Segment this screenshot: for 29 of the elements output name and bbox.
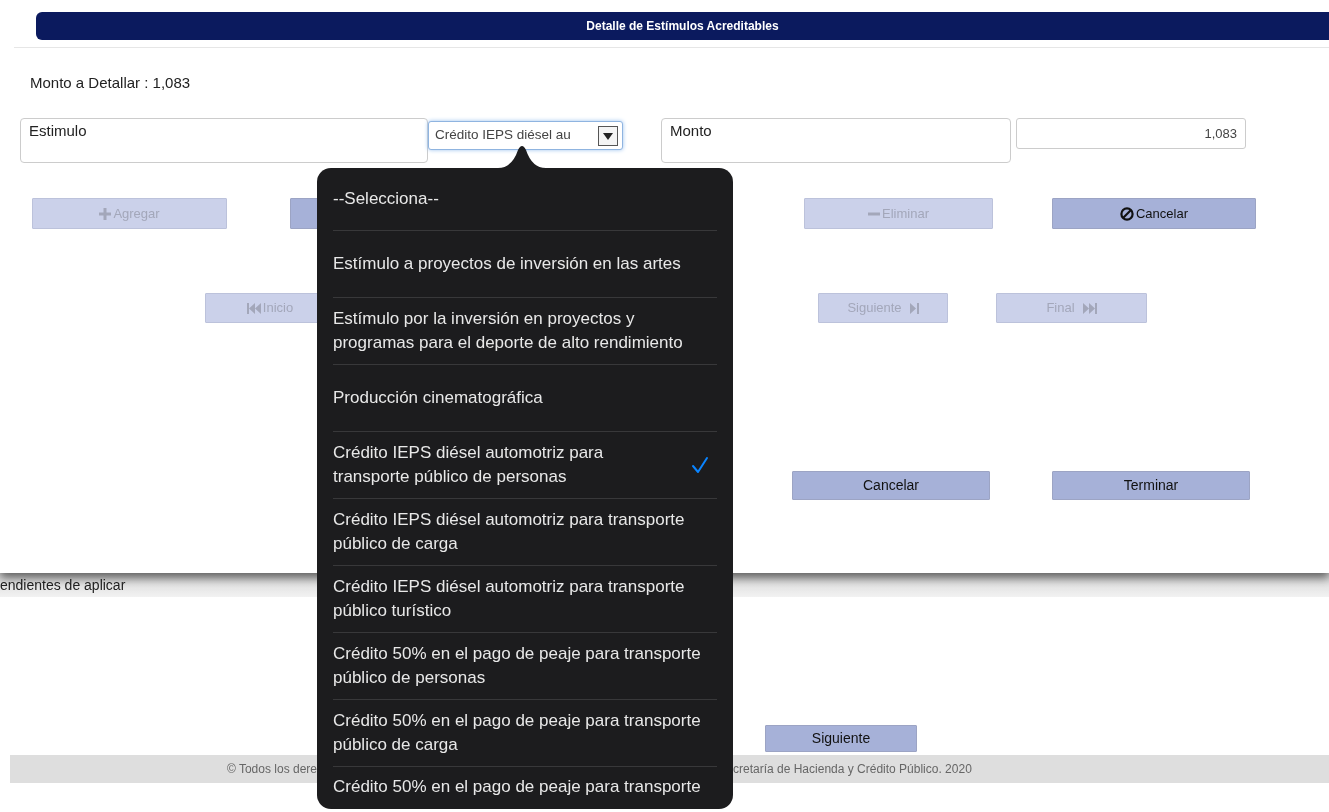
skip-end-icon bbox=[1082, 302, 1097, 314]
dropdown-option[interactable]: Estímulo por la inversión en proyectos y programas para el deporte de alto rendimiento bbox=[333, 298, 717, 365]
skip-forward-icon bbox=[909, 302, 919, 314]
cancel-button[interactable]: Cancelar bbox=[1052, 198, 1256, 229]
dropdown-option[interactable]: Crédito 50% en el pago de peaje para transporte bbox=[333, 767, 717, 809]
select-field[interactable]: Crédito IEPS diésel au bbox=[428, 121, 623, 150]
cancel-button[interactable]: Cancelar bbox=[792, 471, 990, 500]
skip-back-icon bbox=[246, 302, 261, 314]
finish-button[interactable]: Terminar bbox=[1052, 471, 1250, 500]
dropdown-option[interactable]: --Selecciona-- bbox=[333, 168, 717, 231]
dropdown-option[interactable]: Producción cinematográfica bbox=[333, 365, 717, 432]
field-label: Monto bbox=[661, 118, 1011, 163]
ban-icon bbox=[1120, 206, 1134, 221]
dialog-title: Detalle de Estímulos Acreditables bbox=[586, 18, 779, 35]
dropdown-option[interactable]: Crédito IEPS diésel automotriz para transporte público de carga bbox=[333, 499, 717, 566]
dropdown-option[interactable]: Crédito 50% en el pago de peaje para transporte público de personas bbox=[333, 633, 717, 700]
footer-text: cretaría de Hacienda y Crédito Público. 2020 bbox=[733, 761, 972, 778]
field-label: Estimulo bbox=[20, 118, 428, 163]
dropdown-option[interactable]: Crédito IEPS diésel automotriz para transporte público de personas bbox=[333, 432, 717, 499]
amount-label: Monto a Detallar : 1,083 bbox=[30, 74, 191, 92]
section-label: endientes de aplicar bbox=[0, 576, 126, 595]
dropdown-option[interactable]: Crédito IEPS diésel automotriz para transporte público turístico bbox=[333, 566, 717, 633]
dropdown-option[interactable]: Crédito 50% en el pago de peaje para transporte público de carga bbox=[333, 700, 717, 767]
amount-field[interactable]: 1,083 bbox=[1016, 118, 1246, 149]
footer-text: © Todos los dere bbox=[227, 761, 317, 778]
dropdown-option[interactable]: Estímulo a proyectos de inversión en las artes bbox=[333, 231, 717, 298]
next-button[interactable]: Siguiente bbox=[765, 725, 917, 752]
caret-icon bbox=[598, 125, 618, 146]
plus-icon bbox=[99, 207, 112, 220]
